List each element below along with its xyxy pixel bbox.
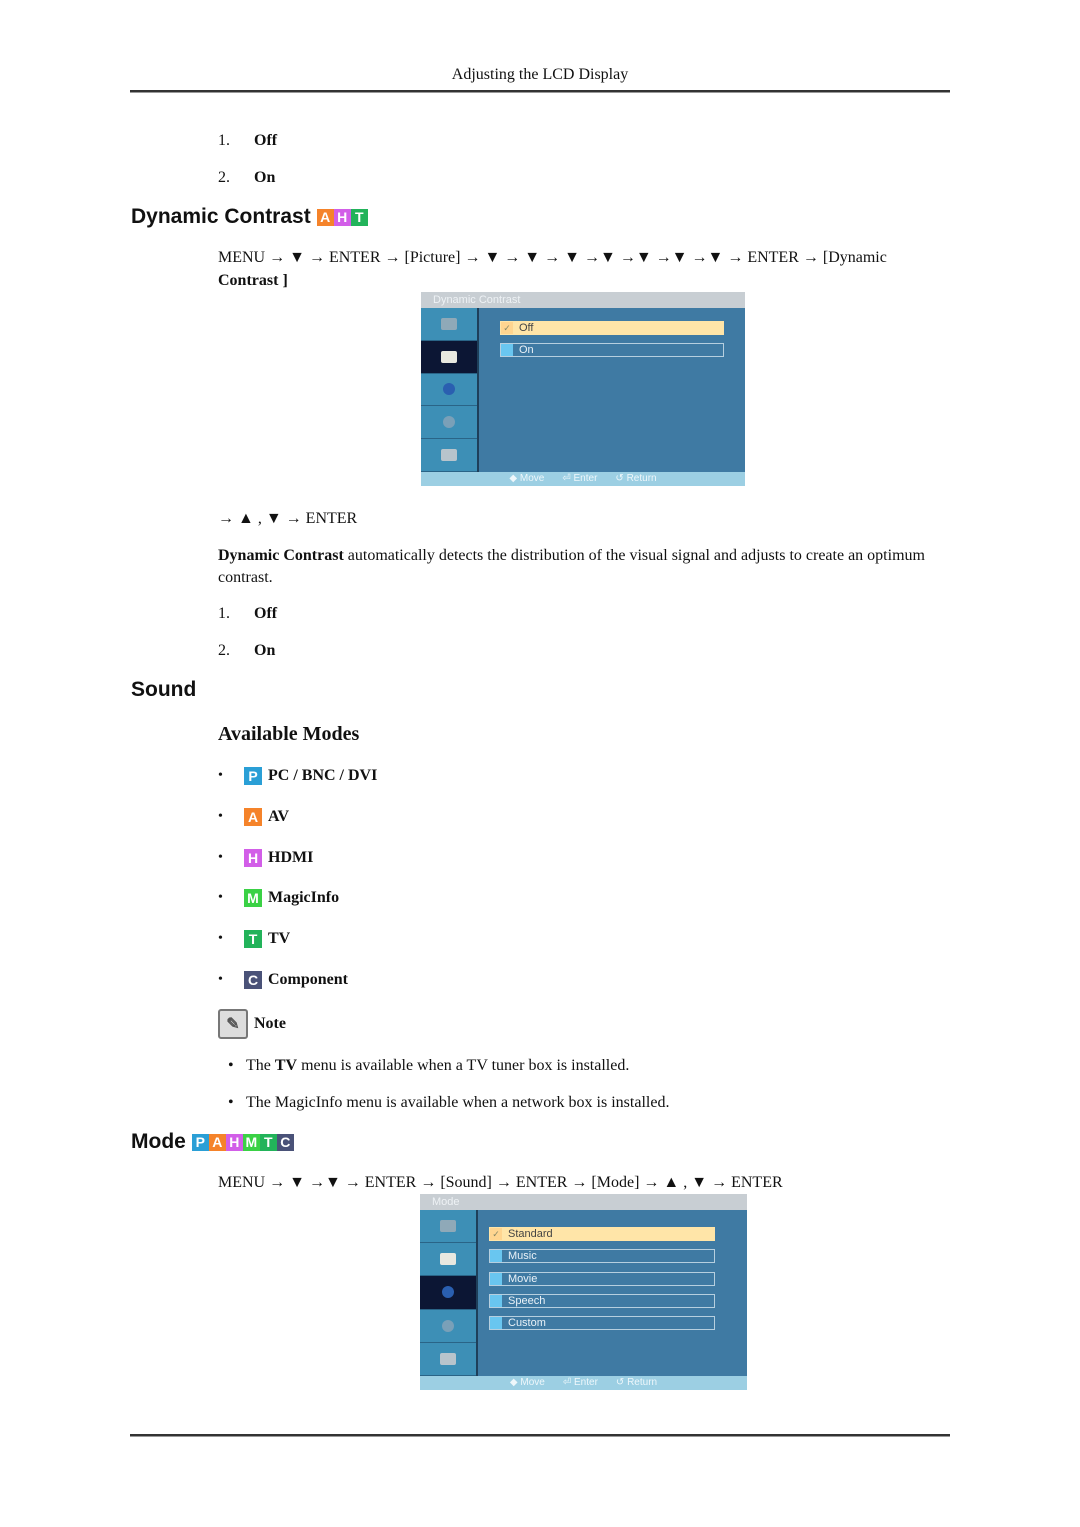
mode-list-item: • M MagicInfo [218, 889, 340, 908]
osd-menu-mode: Mode ✓ Standard Music Movie Speech Custom ◆ M… [420, 1194, 747, 1390]
option-marker-icon [490, 1250, 502, 1263]
osd-sidebar-item[interactable] [421, 406, 477, 440]
osd-sidebar-item[interactable] [421, 439, 477, 472]
move-hint: ◆ Move [509, 473, 545, 484]
mode-list-item: • H HDMI [218, 848, 314, 867]
mode-a-icon: A [244, 807, 262, 826]
description: Dynamic Contrast automatically detects t… [218, 547, 925, 586]
mode-badge-a-icon: A [208, 1133, 226, 1151]
mode-label: TV [268, 930, 291, 948]
osd-footer: ◆ Move ⏎ Enter ↺ Return [420, 1376, 747, 1390]
osd-option-speech[interactable]: Speech [489, 1293, 715, 1308]
mode-h-icon: H [244, 848, 262, 867]
list-item: 2. On [218, 169, 276, 186]
mode-list-item: • C Component [218, 971, 349, 989]
picture-icon [441, 350, 457, 363]
note-item: • The TV menu is available when a TV tun… [228, 1057, 630, 1074]
mode-badge-t-icon: T [350, 208, 368, 226]
mode-c-icon: C [244, 971, 262, 989]
option-marker-icon [501, 344, 513, 356]
mode-m-icon: M [244, 889, 262, 908]
mode-badge-a-icon: A [316, 208, 334, 226]
mode-badges: AHT [316, 208, 368, 226]
osd-title: Dynamic Contrast [421, 292, 745, 308]
enter-hint: ⏎ Enter [562, 1377, 598, 1388]
mode-list-item: • T TV [218, 930, 291, 949]
osd-sidebar-item[interactable] [420, 1276, 476, 1310]
option-marker-icon [490, 1317, 502, 1330]
osd-title: Mode [420, 1194, 747, 1210]
osd-sidebar-item[interactable] [421, 308, 477, 341]
section-heading-mode: Mode PAHMTC [131, 1130, 294, 1154]
osd-menu-dynamic-contrast: Dynamic Contrast ✓ Off On ◆ Move ⏎ Enter ↺… [421, 292, 745, 486]
osd-option-standard[interactable]: ✓ Standard [489, 1227, 715, 1241]
multi-control-icon [440, 1352, 456, 1365]
enter-hint: ⏎ Enter [562, 473, 598, 484]
move-hint: ◆ Move [509, 1377, 545, 1388]
osd-sidebar-item[interactable] [420, 1210, 476, 1244]
osd-footer: ◆ Move ⏎ Enter ↺ Return [421, 472, 745, 486]
note-heading: ✎ Note [218, 1009, 286, 1039]
mode-t-icon: T [244, 930, 262, 949]
mode-p-icon: P [244, 767, 262, 785]
mode-label: PC / BNC / DVI [268, 767, 378, 784]
osd-option-custom[interactable]: Custom [489, 1316, 715, 1331]
osd-option-off[interactable]: ✓ Off [500, 321, 724, 335]
osd-sidebar-item[interactable] [420, 1310, 476, 1343]
check-icon: ✓ [490, 1228, 502, 1240]
page-header-title: Adjusting the LCD Display [451, 66, 629, 83]
mode-badge-p-icon: P [191, 1133, 209, 1151]
osd-option-music[interactable]: Music [489, 1249, 715, 1264]
input-icon [441, 317, 457, 330]
check-icon: ✓ [501, 322, 513, 334]
picture-icon [440, 1253, 456, 1266]
return-hint: ↺ Return [615, 1377, 658, 1388]
osd-sidebar-item[interactable] [420, 1243, 476, 1277]
mode-badge-c-icon: C [276, 1133, 294, 1151]
mode-badge-h-icon: H [333, 208, 351, 226]
sound-icon [443, 383, 455, 396]
osd-option-on[interactable]: On [500, 343, 724, 357]
multi-control-icon [441, 449, 457, 462]
section-heading-sound: Sound [131, 678, 197, 701]
list-item: 1. Off [218, 132, 278, 149]
header-rule [130, 90, 950, 93]
osd-sidebar-item[interactable] [421, 340, 477, 374]
section-heading-dynamic-contrast: Dynamic Contrast AHT [131, 205, 368, 229]
setup-icon [442, 1319, 454, 1332]
osd-sidebar-item[interactable] [421, 374, 477, 407]
sound-icon [442, 1286, 454, 1299]
note-item: • The MagicInfo menu is available when a… [228, 1094, 670, 1111]
osd-sidebar [421, 308, 479, 472]
note-icon: ✎ [218, 1009, 248, 1039]
subheading-available-modes: Available Modes [218, 723, 360, 745]
mode-label: AV [268, 807, 290, 825]
menu-path: MENU → ▼ → ENTER → [Picture] → ▼ → ▼ → ▼… [218, 249, 887, 289]
mode-badge-h-icon: H [225, 1133, 243, 1151]
mode-list-item: • A AV [218, 807, 290, 826]
select-instruction: → ▲ , ▼ → ENTER [218, 510, 358, 527]
osd-sidebar [420, 1210, 478, 1376]
osd-option-movie[interactable]: Movie [489, 1271, 715, 1286]
mode-label: MagicInfo [268, 889, 340, 907]
menu-path: MENU → ▼ →▼ → ENTER → [Sound] → ENTER → … [218, 1174, 783, 1191]
mode-list-item: • P PC / BNC / DVI [218, 767, 378, 785]
osd-sidebar-item[interactable] [420, 1343, 476, 1376]
option-marker-icon [490, 1294, 502, 1307]
mode-badges: PAHMTC [191, 1133, 294, 1151]
list-item: 2. On [218, 642, 276, 659]
mode-badge-t-icon: T [259, 1133, 277, 1151]
mode-label: Component [268, 971, 349, 988]
option-marker-icon [490, 1272, 502, 1285]
return-hint: ↺ Return [615, 473, 657, 484]
mode-label: HDMI [268, 848, 314, 866]
footer-rule [130, 1434, 950, 1437]
setup-icon [443, 416, 455, 429]
input-icon [440, 1220, 456, 1233]
mode-badge-m-icon: M [242, 1133, 260, 1151]
list-item: 1. Off [218, 605, 278, 622]
